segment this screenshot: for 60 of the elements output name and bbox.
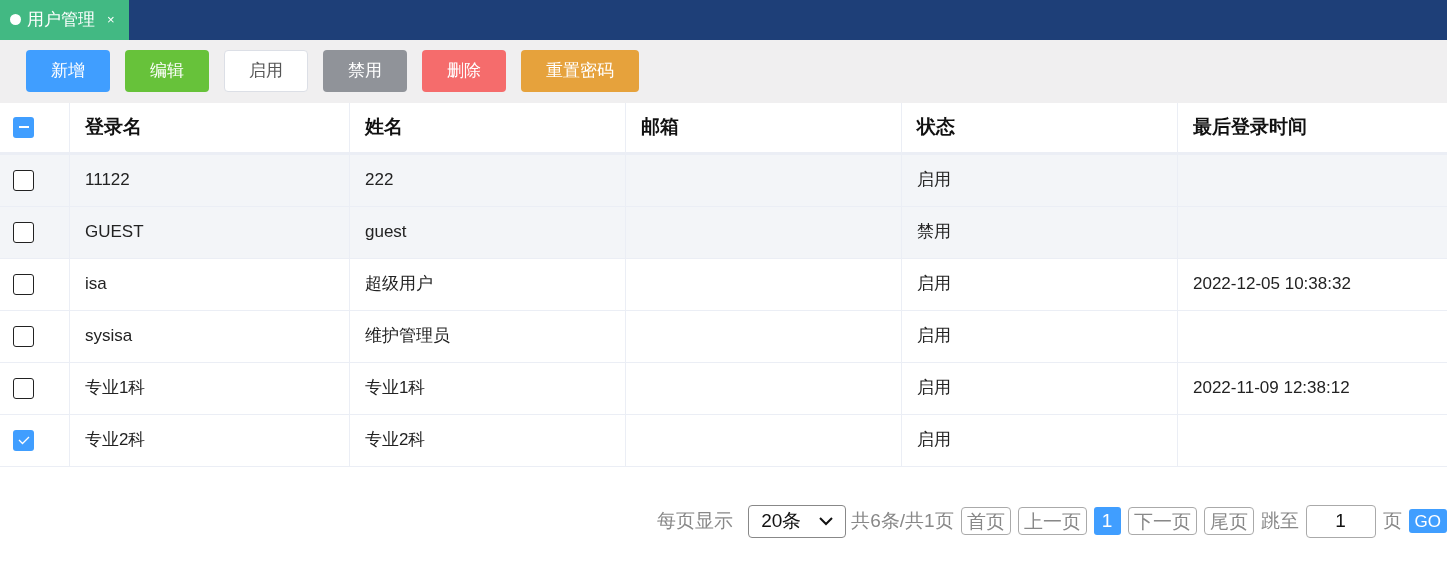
table-cell-text: 维护管理员: [365, 325, 450, 348]
column-header: 姓名: [365, 114, 403, 139]
table-row[interactable]: 11122 222 启用: [0, 154, 1447, 207]
toolbar-button[interactable]: 启用: [224, 50, 308, 93]
go-button[interactable]: GO: [1408, 509, 1447, 534]
page-button[interactable]: 下一页: [1127, 507, 1197, 536]
jump-label: 跳至: [1260, 509, 1299, 533]
select-all-checkbox[interactable]: [13, 116, 34, 138]
page-summary: 共6条/共1页: [851, 509, 954, 533]
table-cell-text: 禁用: [917, 221, 951, 244]
row-checkbox[interactable]: [13, 429, 34, 451]
table-cell-text: sysisa: [85, 325, 133, 348]
table-cell-text: 222: [365, 169, 394, 192]
table-cell-text: GUEST: [85, 221, 144, 244]
table-row[interactable]: sysisa 维护管理员 启用: [0, 310, 1447, 363]
table-cell-text: 专业2科: [365, 429, 426, 452]
caret-icon: [819, 516, 834, 527]
table-cell-text: 启用: [917, 377, 951, 400]
table-row[interactable]: 专业2科 专业2科 启用: [0, 414, 1447, 467]
table-row[interactable]: GUEST guest 禁用: [0, 206, 1447, 259]
row-checkbox[interactable]: [13, 325, 34, 347]
page-unit-label: 页: [1382, 509, 1402, 533]
table-cell-text: 11122: [85, 169, 130, 192]
toolbar-button[interactable]: 重置密码: [521, 50, 639, 93]
row-checkbox[interactable]: [13, 169, 34, 191]
table-cell-text: guest: [365, 221, 407, 244]
page-number[interactable]: 1: [1093, 507, 1121, 536]
table-cell-text: isa: [85, 273, 107, 296]
table-row[interactable]: 专业1科 专业1科 启用 2022-11-09 12:38:12: [0, 362, 1447, 415]
column-header: 登录名: [85, 114, 142, 139]
table-row[interactable]: isa 超级用户 启用 2022-12-05 10:38:32: [0, 258, 1447, 311]
toolbar-button[interactable]: 新增: [26, 50, 110, 93]
page-button[interactable]: 上一页: [1017, 507, 1087, 536]
row-checkbox[interactable]: [13, 273, 34, 295]
table-cell-text: 启用: [917, 169, 951, 192]
toolbar-button[interactable]: 禁用: [323, 50, 407, 93]
tab-label: 用户管理: [27, 9, 95, 32]
page-size-select[interactable]: 20条: [748, 504, 847, 538]
table-cell-text: 专业1科: [85, 377, 146, 400]
table-cell-text: 启用: [917, 429, 951, 452]
tab[interactable]: 用户管理 ×: [0, 0, 129, 40]
page-jump-field[interactable]: 1: [1305, 504, 1376, 538]
toolbar-button[interactable]: 删除: [422, 50, 506, 93]
column-header: 邮箱: [641, 114, 679, 139]
table-cell-text: 启用: [917, 273, 951, 296]
toolbar-button[interactable]: 编辑: [125, 50, 209, 93]
table-cell-text: 专业2科: [85, 429, 146, 452]
page-size-label: 每页显示: [657, 509, 734, 533]
column-header: 状态: [917, 114, 955, 139]
table-cell-text: 2022-12-05 10:38:32: [1193, 273, 1351, 296]
close-icon[interactable]: ×: [107, 10, 115, 30]
table-cell-text: 超级用户: [365, 273, 433, 296]
table-cell-text: 2022-11-09 12:38:12: [1193, 377, 1350, 400]
row-checkbox[interactable]: [13, 221, 34, 243]
table-cell-text: 专业1科: [365, 377, 426, 400]
column-header: 最后登录时间: [1193, 114, 1307, 139]
table-cell-text: 启用: [917, 325, 951, 348]
page-button[interactable]: 尾页: [1203, 507, 1254, 536]
row-checkbox[interactable]: [13, 377, 34, 399]
page-button[interactable]: 首页: [960, 507, 1011, 536]
